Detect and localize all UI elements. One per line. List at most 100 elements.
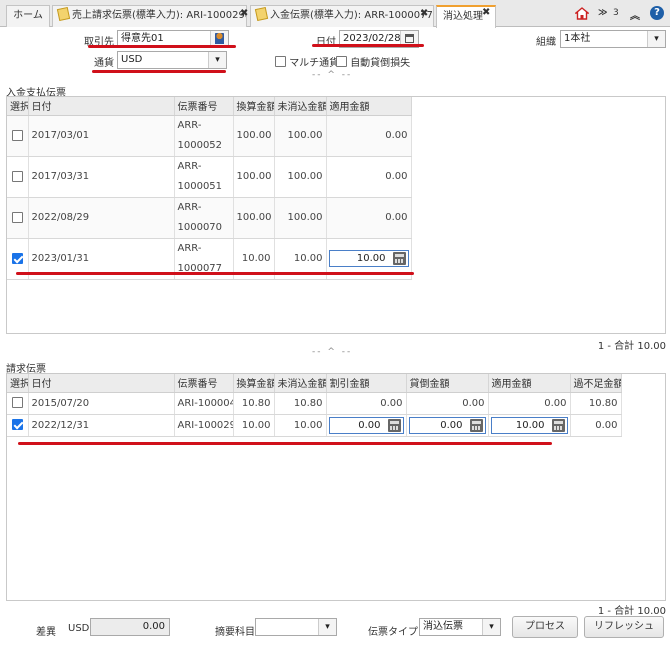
help-icon[interactable]: ? [650, 6, 664, 20]
currency-select[interactable]: USD ▾ [117, 51, 227, 69]
refresh-button[interactable]: リフレッシュ [584, 616, 664, 638]
payments-total: 1 - 合計 10.00 [597, 341, 666, 352]
table-row[interactable]: 2022/08/29 ARR-1000070 100.00 100.00 0.00 [7, 197, 412, 239]
calculator-icon[interactable] [551, 418, 565, 432]
row-select-checkbox[interactable] [11, 211, 23, 223]
open-amount-cell: 100.00 [274, 197, 327, 239]
tab-count: 3 [613, 8, 619, 18]
date-highlight [312, 44, 424, 47]
person-icon [215, 33, 224, 44]
currency-highlight [92, 70, 226, 73]
doctype-dropdown-button[interactable]: ▾ [482, 619, 500, 635]
table-row[interactable]: 2017/03/01 ARR-1000052 100.00 100.00 0.00 [7, 115, 412, 157]
double-chevron-down-icon: ≫ [598, 8, 608, 18]
org-select[interactable]: 1本社 ▾ [560, 30, 666, 48]
column-header[interactable]: 貸倒金額 [406, 374, 489, 393]
row-select-checkbox[interactable] [11, 129, 23, 141]
calculator-icon[interactable] [469, 418, 483, 432]
applied-amount-input[interactable]: 10.00 [490, 416, 568, 434]
discount-amount-value: 0.00 [358, 419, 381, 431]
column-header[interactable]: 換算金額 [233, 374, 275, 393]
open-amount-cell: 10.80 [274, 392, 327, 415]
document-icon [56, 6, 71, 22]
splitter-handle[interactable]: -- ^ -- [312, 70, 352, 80]
select-cell [7, 392, 29, 415]
calculator-icon[interactable] [387, 418, 401, 432]
charge-select[interactable]: ▾ [255, 618, 337, 636]
tab-matching-close[interactable]: ✖ [482, 7, 490, 18]
invoice-row-highlight [18, 442, 552, 445]
tab-invoice-label: 売上請求伝票(標準入力): ARI-1000298 [72, 10, 247, 21]
date-cell: 2022/08/29 [28, 197, 175, 239]
column-header[interactable]: 過不足金額 [570, 374, 622, 393]
doc-number-cell: ARR-1000052 [174, 115, 234, 157]
org-label: 組織 [536, 37, 556, 48]
applied-amount-cell: 0.00 [326, 197, 412, 239]
applied-amount-input[interactable]: 10.00 [328, 250, 409, 267]
column-header[interactable]: 未消込金額 [274, 374, 327, 393]
multi-currency-checkbox[interactable]: マルチ通貨 [275, 54, 339, 69]
tab-list-dropdown[interactable]: ≫ [598, 8, 607, 18]
splitter-handle[interactable]: -- ^ -- [312, 347, 352, 357]
doctype-select[interactable]: 消込伝票 ▾ [419, 618, 501, 636]
writeoff-amount-cell: 0.00 [406, 392, 489, 415]
tab-invoice-close[interactable]: ✖ [240, 8, 248, 19]
tab-home[interactable]: ホーム [6, 5, 50, 27]
column-header[interactable]: 適用金額 [326, 97, 412, 116]
column-header[interactable]: 日付 [28, 97, 175, 116]
double-chevron-up-icon: ︽ [630, 11, 640, 22]
tab-matching-label: 消込処理 [443, 11, 483, 22]
tab-receipt[interactable]: 入金伝票(標準入力): ARR-1000077 [250, 5, 434, 27]
date-cell: 2015/07/20 [28, 392, 175, 415]
writeoff-amount-input[interactable]: 0.00 [408, 416, 486, 434]
column-header[interactable]: 割引金額 [326, 374, 407, 393]
column-header[interactable]: 伝票番号 [174, 97, 234, 116]
tab-receipt-label: 入金伝票(標準入力): ARR-1000077 [270, 10, 433, 21]
column-header[interactable]: 適用金額 [488, 374, 571, 393]
calculator-icon[interactable] [392, 252, 406, 265]
doc-number-cell: ARR-1000051 [174, 156, 234, 198]
row-select-checkbox[interactable] [11, 419, 23, 431]
open-amount-cell: 100.00 [274, 156, 327, 198]
tab-home-label: ホーム [13, 10, 43, 21]
converted-amount-cell: 10.00 [233, 414, 275, 437]
row-select-checkbox[interactable] [11, 252, 23, 264]
auto-writeoff-checkbox[interactable]: 自動貸倒損失 [336, 54, 410, 69]
home-icon[interactable] [574, 7, 590, 20]
date-value: 2023/02/28 [343, 33, 401, 44]
tab-invoice[interactable]: 売上請求伝票(標準入力): ARI-1000298 [52, 5, 247, 27]
column-header[interactable]: 選択 [7, 374, 29, 393]
applied-amount-value: 10.00 [515, 419, 545, 431]
table-row[interactable]: 2017/03/31 ARR-1000051 100.00 100.00 0.00 [7, 156, 412, 198]
caret-down-icon: ▾ [325, 622, 330, 632]
calendar-icon [405, 34, 414, 43]
table-row[interactable]: 2015/07/20ARI-100004210.8010.800.000.000… [7, 392, 622, 415]
caret-down-icon: ▾ [215, 55, 220, 65]
row-select-checkbox[interactable] [11, 397, 23, 409]
invoices-total: 1 - 合計 10.00 [597, 606, 666, 617]
column-header[interactable]: 未消込金額 [274, 97, 327, 116]
currency-label: 通貨 [94, 58, 114, 69]
tab-receipt-close[interactable]: ✖ [420, 8, 428, 19]
writeoff-amount-value: 0.00 [440, 419, 463, 431]
process-button[interactable]: プロセス [512, 616, 578, 638]
org-dropdown-button[interactable]: ▾ [647, 31, 665, 47]
column-header[interactable]: 伝票番号 [174, 374, 234, 393]
multi-currency-check[interactable] [275, 56, 286, 67]
column-header[interactable]: 選択 [7, 97, 29, 116]
row-select-checkbox[interactable] [11, 170, 23, 182]
currency-dropdown-button[interactable]: ▾ [208, 52, 226, 68]
charge-dropdown-button[interactable]: ▾ [318, 619, 336, 635]
column-header[interactable]: 日付 [28, 374, 175, 393]
discount-amount-input[interactable]: 0.00 [328, 416, 404, 434]
auto-writeoff-check[interactable] [336, 56, 347, 67]
over-under-amount-cell: 0.00 [570, 414, 622, 437]
charge-label: 摘要科目 [215, 627, 255, 638]
table-row[interactable]: 2022/12/31ARI-100029810.0010.000.000.001… [7, 414, 622, 437]
converted-amount-cell: 100.00 [233, 156, 275, 198]
difference-value: 0.00 [90, 618, 170, 636]
collapse-header-button[interactable]: ︽ [630, 7, 640, 22]
applied-amount-cell: 10.00 [488, 414, 571, 437]
column-header[interactable]: 換算金額 [233, 97, 275, 116]
payments-header-row: 選択 日付 伝票番号 換算金額 未消込金額 適用金額 [7, 97, 412, 116]
